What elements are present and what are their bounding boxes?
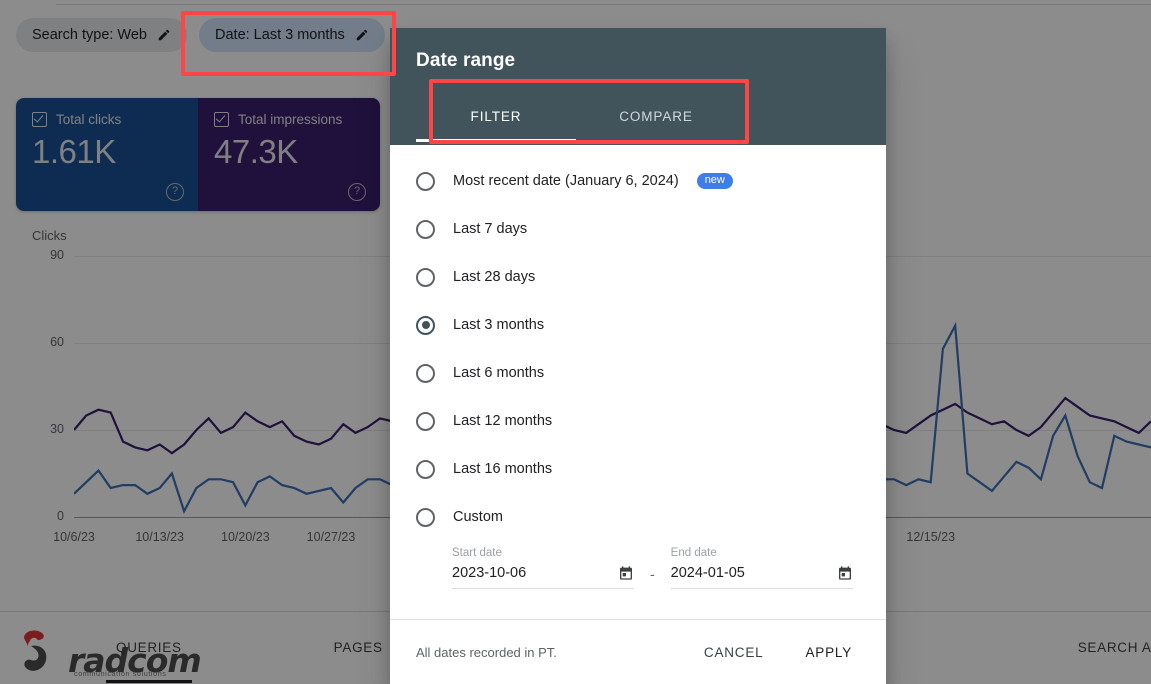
dialog-title: Date range: [416, 50, 860, 72]
end-date-value: 2024-01-05: [671, 565, 745, 581]
start-date-value: 2023-10-06: [452, 565, 526, 581]
date-option-label: Last 16 months: [453, 461, 552, 477]
tab-filter[interactable]: FILTER: [416, 94, 576, 142]
new-badge: new: [697, 173, 733, 189]
calendar-icon[interactable]: [618, 565, 634, 581]
date-option-label: Last 3 months: [453, 317, 544, 333]
dialog-header: Date range FILTER COMPARE: [390, 28, 886, 145]
start-date-label: Start date: [452, 547, 634, 559]
radio-icon[interactable]: [416, 508, 435, 527]
custom-date-fields: Start date 2023-10-06 - End date 2024-01…: [390, 541, 886, 589]
radio-icon[interactable]: [416, 412, 435, 431]
date-range-dialog: Date range FILTER COMPARE Most recent da…: [390, 28, 886, 684]
date-option-label: Last 6 months: [453, 365, 544, 381]
radio-icon[interactable]: [416, 316, 435, 335]
date-option-4[interactable]: Last 6 months: [390, 349, 886, 397]
start-date-field[interactable]: Start date 2023-10-06: [452, 547, 634, 589]
dialog-body: Most recent date (January 6, 2024) new Las…: [390, 145, 886, 619]
end-date-field[interactable]: End date 2024-01-05: [671, 547, 853, 589]
date-option-3[interactable]: Last 3 months: [390, 301, 886, 349]
date-option-1[interactable]: Last 7 days: [390, 205, 886, 253]
timezone-note: All dates recorded in PT.: [416, 645, 557, 660]
radio-icon[interactable]: [416, 460, 435, 479]
dialog-tab-list: FILTER COMPARE: [416, 94, 860, 142]
dialog-footer: All dates recorded in PT. CANCEL APPLY: [390, 619, 886, 684]
date-option-5[interactable]: Last 12 months: [390, 397, 886, 445]
date-range-option-list: Most recent date (January 6, 2024) new Las…: [390, 157, 886, 541]
end-date-row[interactable]: 2024-01-05: [671, 565, 853, 589]
date-option-6[interactable]: Last 16 months: [390, 445, 886, 493]
date-option-label: Last 7 days: [453, 221, 527, 237]
cancel-button[interactable]: CANCEL: [690, 637, 778, 668]
date-option-label: Most recent date (January 6, 2024): [453, 173, 679, 189]
radio-icon[interactable]: [416, 268, 435, 287]
tab-compare[interactable]: COMPARE: [576, 94, 736, 142]
radio-icon[interactable]: [416, 220, 435, 239]
dialog-actions: CANCEL APPLY: [690, 637, 866, 668]
calendar-icon[interactable]: [837, 565, 853, 581]
date-range-separator: -: [650, 566, 655, 582]
date-option-label: Custom: [453, 509, 503, 525]
date-option-2[interactable]: Last 28 days: [390, 253, 886, 301]
date-option-7[interactable]: Custom: [390, 493, 886, 541]
start-date-row[interactable]: 2023-10-06: [452, 565, 634, 589]
apply-button[interactable]: APPLY: [791, 637, 866, 668]
date-option-label: Last 28 days: [453, 269, 535, 285]
radio-icon[interactable]: [416, 364, 435, 383]
date-option-label: Last 12 months: [453, 413, 552, 429]
radio-icon[interactable]: [416, 172, 435, 191]
end-date-label: End date: [671, 547, 853, 559]
date-option-0[interactable]: Most recent date (January 6, 2024) new: [390, 157, 886, 205]
